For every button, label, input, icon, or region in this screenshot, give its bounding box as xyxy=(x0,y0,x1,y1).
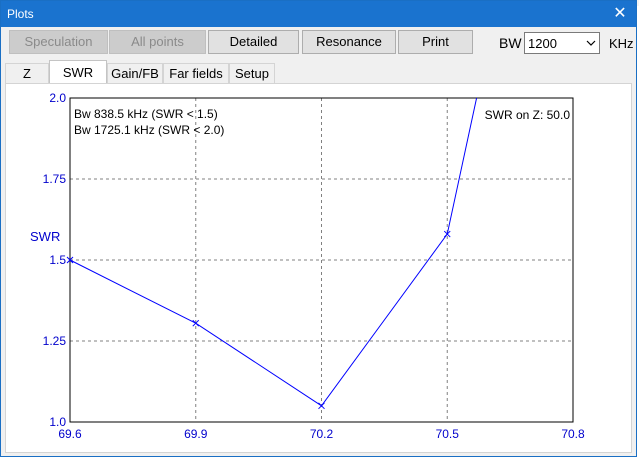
title-bar[interactable]: Plots ✕ xyxy=(1,1,636,27)
swr-line xyxy=(69,97,478,407)
speculation-button[interactable]: Speculation xyxy=(9,30,108,54)
y-tick-label: 1.25 xyxy=(43,334,67,348)
all-points-button[interactable]: All points xyxy=(109,30,206,54)
plots-window: Plots ✕ Speculation All points Detailed … xyxy=(0,0,637,457)
bw-select[interactable]: 1200 xyxy=(524,32,600,54)
y-tick-label: 1.5 xyxy=(49,253,66,267)
x-tick-label: 70.8 xyxy=(561,427,585,441)
y-tick-label: 1.75 xyxy=(43,172,67,186)
data-point-marker xyxy=(318,402,325,410)
bw-annotation-1: Bw 838.5 kHz (SWR < 1.5) xyxy=(74,107,218,121)
resonance-button[interactable]: Resonance xyxy=(302,30,396,54)
y-tick-label: 2.0 xyxy=(49,91,66,105)
y-axis-label: SWR xyxy=(30,229,60,244)
detailed-button[interactable]: Detailed xyxy=(208,30,299,54)
x-tick-label: 69.9 xyxy=(184,427,208,441)
x-tick-label: 69.6 xyxy=(58,427,82,441)
chevron-down-icon xyxy=(586,40,596,46)
y-tick-labels: 1.01.251.51.752.0 xyxy=(43,91,67,429)
bw-unit-label: KHz xyxy=(609,36,634,51)
swr-on-z-annotation: SWR on Z: 50.0 xyxy=(485,108,571,122)
print-button[interactable]: Print xyxy=(398,30,473,54)
window-title: Plots xyxy=(7,7,34,21)
tab-z[interactable]: Z xyxy=(5,63,49,83)
close-icon[interactable]: ✕ xyxy=(610,4,630,24)
bw-value: 1200 xyxy=(528,36,557,51)
x-tick-label: 70.2 xyxy=(310,427,334,441)
x-tick-labels: 69.6 69.9 70.2 70.5 70.8 xyxy=(58,427,585,441)
bw-annotation-2: Bw 1725.1 kHz (SWR < 2.0) xyxy=(74,123,224,137)
x-tick-label: 70.5 xyxy=(436,427,460,441)
tab-setup[interactable]: Setup xyxy=(229,63,275,83)
swr-chart: 1.01.251.51.752.0 69.6 69.9 70.2 70.5 70.8 S… xyxy=(30,91,585,441)
swr-plot-panel: 1.0 1.25 1.5 1.75 2.0 69.6 69.9 70.2 70.5 70.8 S… xyxy=(5,83,632,453)
tab-far-fields[interactable]: Far fields xyxy=(163,63,229,83)
bw-label: BW xyxy=(499,35,522,51)
swr-series xyxy=(66,97,478,410)
grid-lines xyxy=(70,98,573,422)
tab-gain-fb[interactable]: Gain/FB xyxy=(107,63,163,83)
tab-swr[interactable]: SWR xyxy=(49,60,107,84)
